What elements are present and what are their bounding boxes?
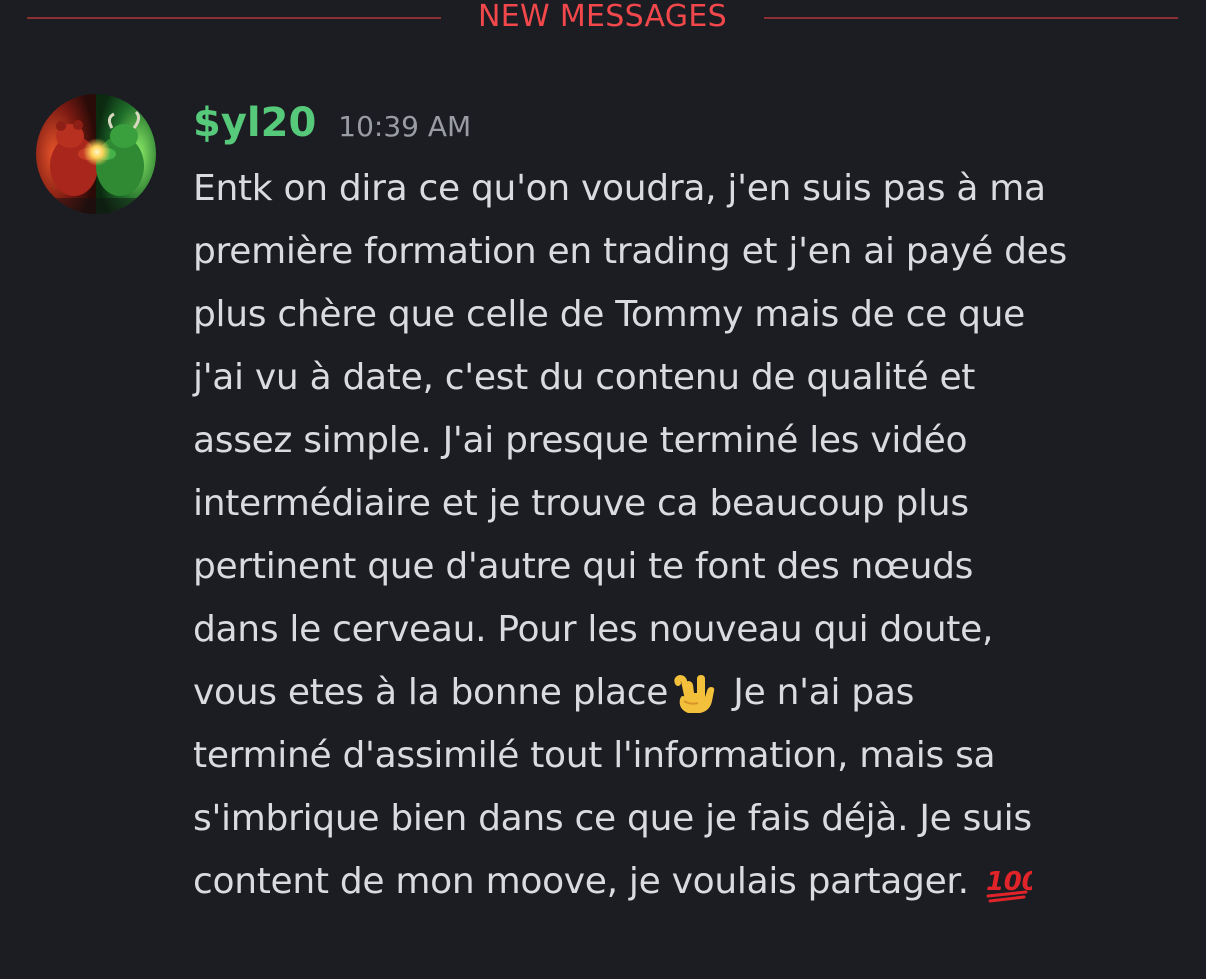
chat-view: NEW MESSAGES $yl20 10:39 AM Entk on dira… bbox=[0, 0, 1206, 979]
message-line: plus chère que celle de Tommy mais de ce… bbox=[193, 294, 1026, 335]
love-you-gesture-emoji-icon bbox=[670, 669, 720, 719]
message-line: s'imbrique bien dans ce que je fais déjà… bbox=[193, 798, 1032, 839]
avatar[interactable] bbox=[36, 94, 156, 214]
message-line-segment: vous etes à la bonne place bbox=[193, 672, 669, 713]
message-line: j'ai vu à date, c'est du contenu de qual… bbox=[193, 357, 976, 398]
message-line-segment: Je n'ai pas bbox=[722, 672, 915, 713]
message-line: dans le cerveau. Pour les nouveau qui do… bbox=[193, 609, 994, 650]
new-messages-label: NEW MESSAGES bbox=[478, 0, 727, 34]
bull-vs-bear-avatar-icon bbox=[36, 94, 156, 214]
message-line: terminé d'assimilé tout l'information, m… bbox=[193, 735, 996, 776]
message-line: première formation en trading et j'en ai… bbox=[193, 231, 1067, 272]
message-line: Entk on dira ce qu'on voudra, j'en suis … bbox=[193, 168, 1046, 209]
new-messages-divider: NEW MESSAGES bbox=[27, 0, 1178, 40]
message-line: vous etes à la bonne place Je n'ai pas bbox=[193, 664, 1183, 727]
hundred-points-emoji-icon: 100 bbox=[982, 858, 1040, 908]
message-line: content de mon moove, je voulais partage… bbox=[193, 853, 1183, 916]
message-header: $yl20 10:39 AM bbox=[193, 98, 471, 148]
message-line: intermédiaire et je trouve ca beaucoup p… bbox=[193, 483, 969, 524]
timestamp[interactable]: 10:39 AM bbox=[338, 110, 471, 143]
message-line: assez simple. J'ai presque terminé les v… bbox=[193, 420, 968, 461]
message-line: pertinent que d'autre qui te font des nœ… bbox=[193, 546, 974, 587]
message-content: Entk on dira ce qu'on voudra, j'en suis … bbox=[193, 160, 1183, 916]
username[interactable]: $yl20 bbox=[193, 100, 316, 146]
message-line-segment: content de mon moove, je voulais partage… bbox=[193, 861, 980, 902]
